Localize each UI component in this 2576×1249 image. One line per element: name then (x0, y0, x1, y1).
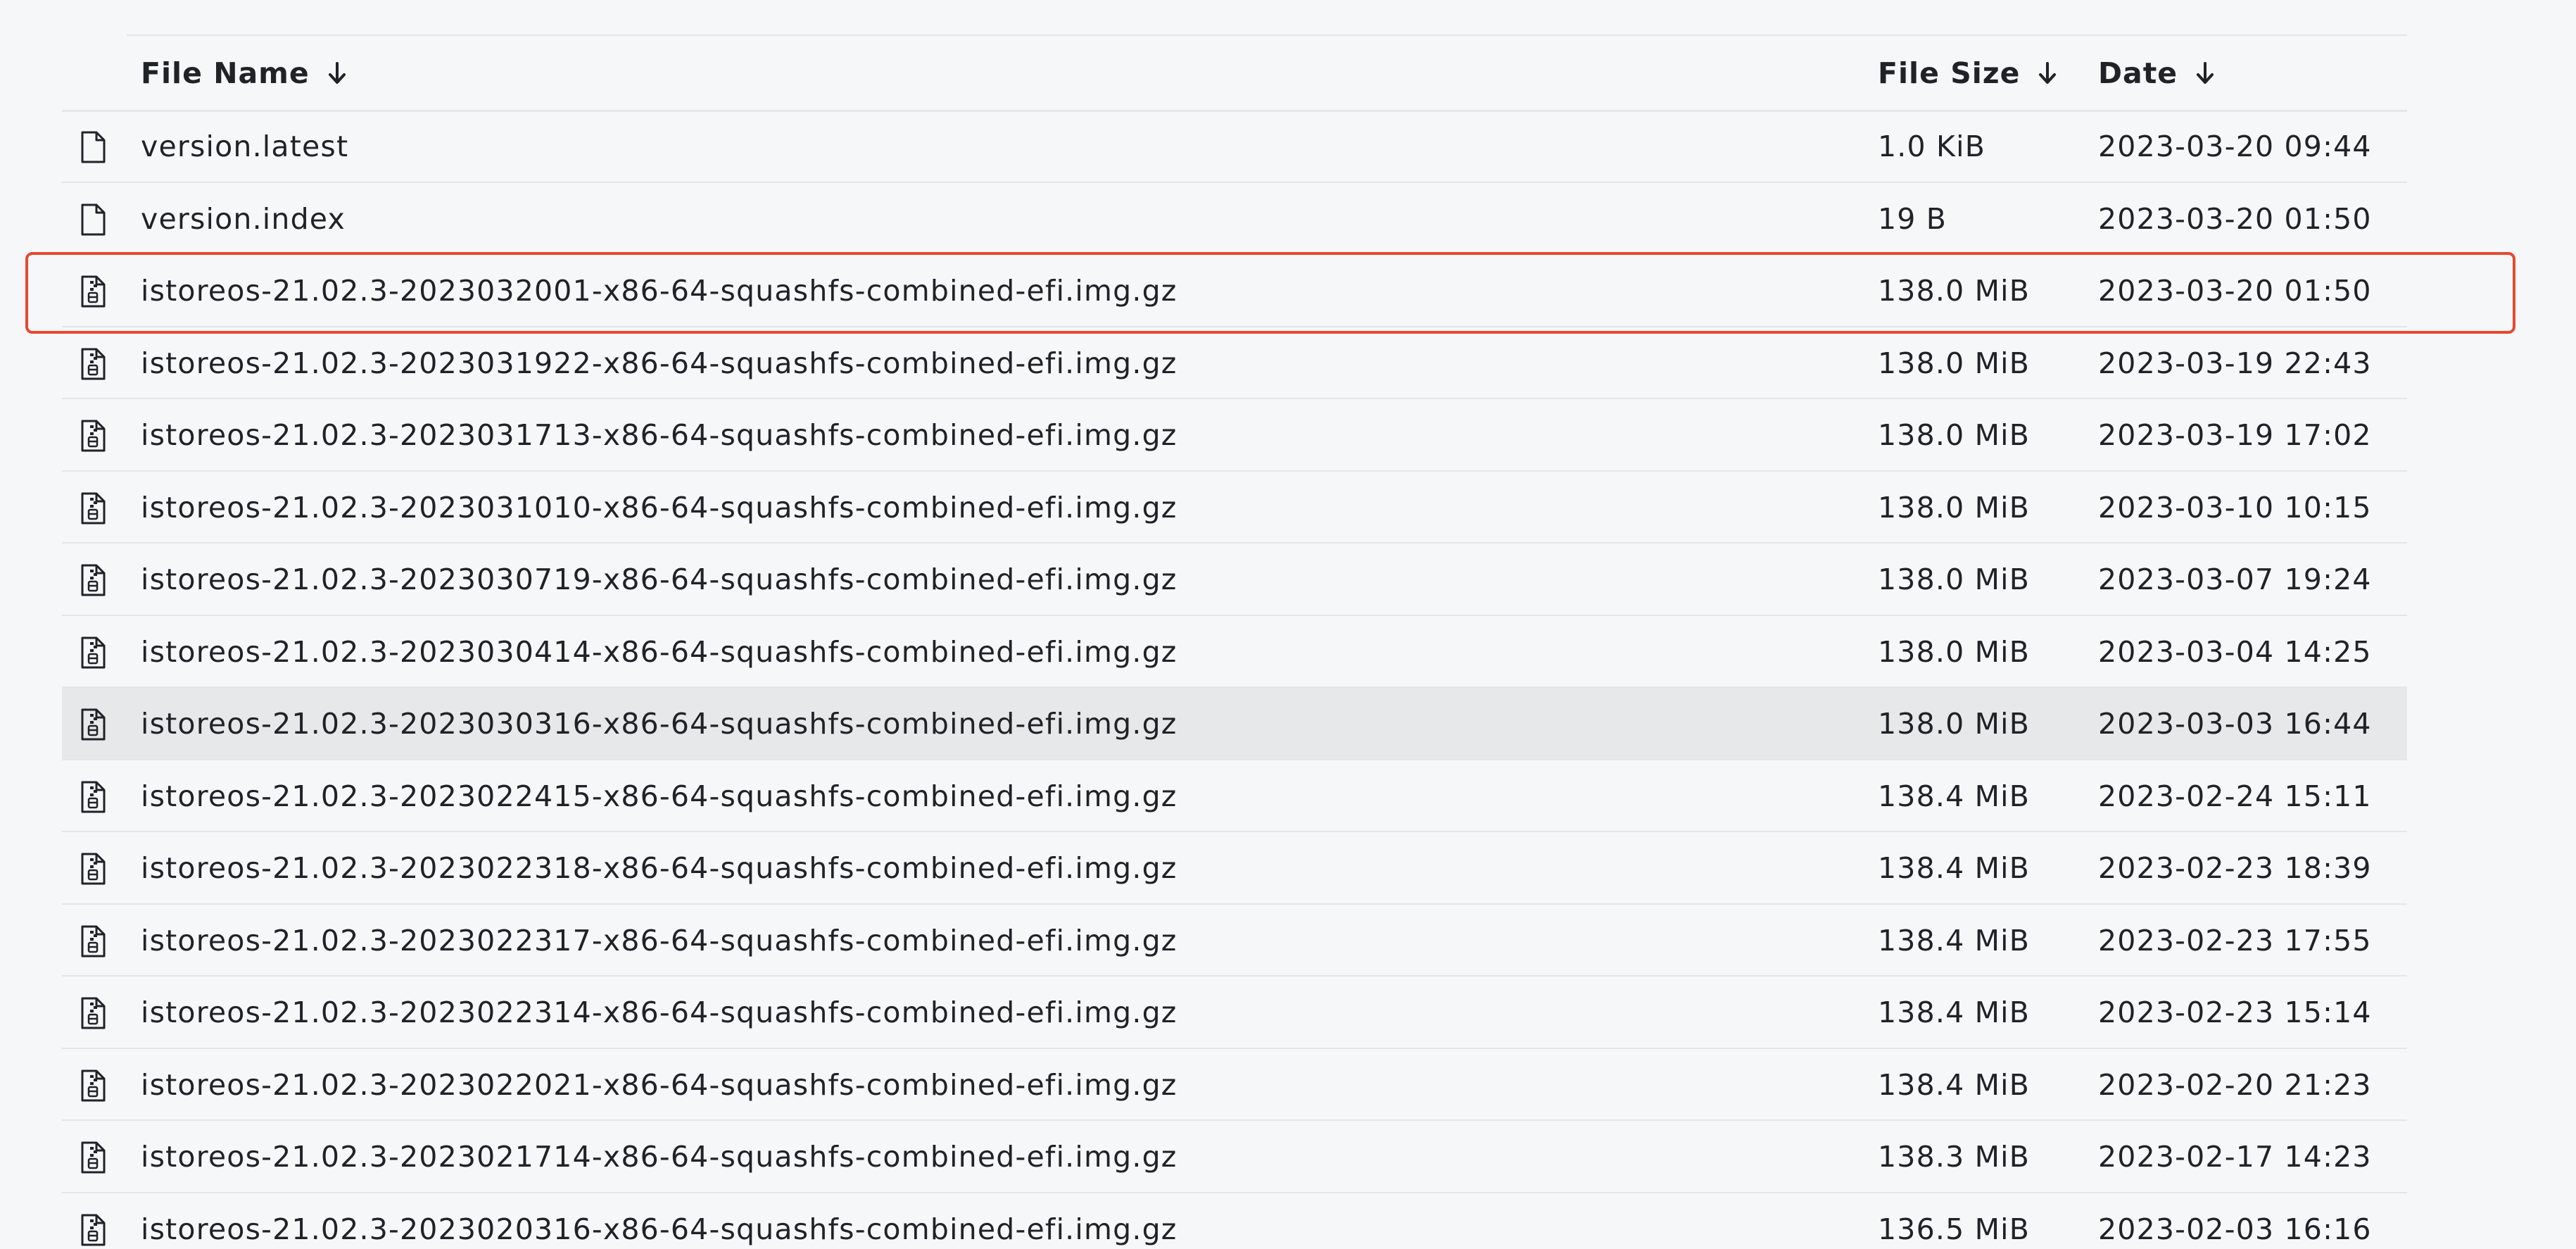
file-date: 2023-03-20 09:44 (2098, 130, 2372, 163)
table-row[interactable]: istoreos-21.02.3-2023021714-x86-64-squas… (62, 1121, 2407, 1193)
file-size: 138.3 MiB (1878, 1140, 2031, 1174)
file-size: 138.0 MiB (1878, 346, 2031, 380)
file-name-link[interactable]: istoreos-21.02.3-2023031010-x86-64-squas… (141, 472, 1177, 544)
column-header-file-name[interactable]: File Name (141, 36, 348, 110)
archive-file-icon (81, 564, 106, 596)
file-date: 2023-02-17 14:23 (2098, 1140, 2372, 1174)
table-row[interactable]: version.latest 1.0 KiB 2023-03-20 09:44 (62, 111, 2407, 183)
column-header-file-name-label: File Name (141, 56, 310, 90)
file-size: 138.4 MiB (1878, 1067, 2031, 1102)
table-row[interactable]: istoreos-21.02.3-2023031010-x86-64-squas… (62, 472, 2407, 544)
file-name-link[interactable]: istoreos-21.02.3-2023030316-x86-64-squas… (141, 688, 1177, 760)
archive-file-icon (81, 275, 106, 308)
file-size: 138.0 MiB (1878, 490, 2031, 525)
file-date: 2023-02-23 17:55 (2098, 923, 2372, 958)
file-icon (81, 131, 106, 163)
table-header: File Name File Size Date (62, 36, 2407, 112)
file-size: 138.0 MiB (1878, 707, 2031, 741)
file-name-link[interactable]: istoreos-21.02.3-2023022317-x86-64-squas… (141, 905, 1177, 977)
archive-file-icon (81, 997, 106, 1029)
column-header-file-size[interactable]: File Size (1878, 36, 2058, 110)
table-row[interactable]: istoreos-21.02.3-2023022415-x86-64-squas… (62, 760, 2407, 832)
file-name-link[interactable]: istoreos-21.02.3-2023022021-x86-64-squas… (141, 1049, 1177, 1121)
file-size: 138.0 MiB (1878, 634, 2031, 669)
file-date: 2023-03-04 14:25 (2098, 634, 2372, 669)
file-name-link[interactable]: istoreos-21.02.3-2023030719-x86-64-squas… (141, 544, 1177, 615)
file-date: 2023-03-03 16:44 (2098, 707, 2372, 741)
archive-file-icon (81, 925, 106, 957)
file-date: 2023-02-23 15:14 (2098, 996, 2372, 1029)
file-size: 138.4 MiB (1878, 779, 2031, 813)
table-row[interactable]: istoreos-21.02.3-2023020316-x86-64-squas… (62, 1193, 2407, 1249)
column-header-date-label: Date (2098, 56, 2178, 90)
archive-file-icon (81, 348, 106, 379)
file-date: 2023-03-10 10:15 (2098, 490, 2372, 525)
file-name-link[interactable]: istoreos-21.02.3-2023030414-x86-64-squas… (141, 616, 1177, 688)
column-header-date[interactable]: Date (2098, 36, 2216, 110)
table-row[interactable]: istoreos-21.02.3-2023022314-x86-64-squas… (62, 977, 2407, 1049)
file-date: 2023-03-07 19:24 (2098, 563, 2372, 596)
file-size: 138.4 MiB (1878, 996, 2031, 1029)
file-name-link[interactable]: istoreos-21.02.3-2023020316-x86-64-squas… (141, 1193, 1177, 1249)
file-icon (81, 203, 106, 235)
file-date: 2023-03-20 01:50 (2098, 274, 2372, 308)
table-row[interactable]: istoreos-21.02.3-2023022317-x86-64-squas… (62, 905, 2407, 977)
file-name-link[interactable]: istoreos-21.02.3-2023031713-x86-64-squas… (141, 399, 1177, 471)
table-row[interactable]: istoreos-21.02.3-2023031922-x86-64-squas… (62, 327, 2407, 399)
archive-file-icon (81, 853, 106, 885)
file-date: 2023-02-23 18:39 (2098, 851, 2372, 885)
file-name-link[interactable]: version.latest (141, 111, 348, 182)
table-row[interactable]: istoreos-21.02.3-2023032001-x86-64-squas… (62, 255, 2407, 327)
table-row[interactable]: version.index 19 B 2023-03-20 01:50 (62, 183, 2407, 255)
file-size: 138.0 MiB (1878, 418, 2031, 452)
file-date: 2023-02-03 16:16 (2098, 1212, 2372, 1246)
file-name-link[interactable]: istoreos-21.02.3-2023022318-x86-64-squas… (141, 832, 1177, 904)
file-size: 138.4 MiB (1878, 923, 2031, 958)
archive-file-icon (81, 1141, 106, 1174)
file-size: 1.0 KiB (1878, 130, 1986, 163)
file-date: 2023-03-19 22:43 (2098, 346, 2372, 380)
archive-file-icon (81, 708, 106, 741)
table-row[interactable]: istoreos-21.02.3-2023030414-x86-64-squas… (62, 616, 2407, 688)
archive-file-icon (81, 492, 106, 524)
arrow-down-icon[interactable] (2195, 59, 2216, 87)
file-list: version.latest 1.0 KiB 2023-03-20 09:44 … (62, 111, 2407, 1249)
file-name-link[interactable]: version.index (141, 183, 346, 255)
file-name-link[interactable]: istoreos-21.02.3-2023022314-x86-64-squas… (141, 977, 1177, 1048)
file-name-link[interactable]: istoreos-21.02.3-2023032001-x86-64-squas… (141, 255, 1177, 327)
archive-file-icon (81, 420, 106, 452)
file-date: 2023-02-24 15:11 (2098, 779, 2372, 813)
arrow-down-icon[interactable] (2037, 59, 2058, 87)
file-date: 2023-03-19 17:02 (2098, 418, 2372, 452)
file-name-link[interactable]: istoreos-21.02.3-2023021714-x86-64-squas… (141, 1121, 1177, 1193)
archive-file-icon (81, 1214, 106, 1245)
column-header-file-size-label: File Size (1878, 56, 2021, 90)
file-size: 138.4 MiB (1878, 851, 2031, 885)
file-size: 19 B (1878, 201, 1947, 236)
archive-file-icon (81, 636, 106, 668)
file-date: 2023-03-20 01:50 (2098, 201, 2372, 236)
table-row[interactable]: istoreos-21.02.3-2023031713-x86-64-squas… (62, 399, 2407, 472)
file-size: 138.0 MiB (1878, 274, 2031, 308)
file-size: 138.0 MiB (1878, 563, 2031, 596)
table-row[interactable]: istoreos-21.02.3-2023022318-x86-64-squas… (62, 832, 2407, 905)
file-name-link[interactable]: istoreos-21.02.3-2023022415-x86-64-squas… (141, 760, 1177, 832)
table-row[interactable]: istoreos-21.02.3-2023030719-x86-64-squas… (62, 544, 2407, 616)
arrow-down-icon[interactable] (327, 59, 348, 87)
file-date: 2023-02-20 21:23 (2098, 1067, 2372, 1102)
table-row[interactable]: istoreos-21.02.3-2023022021-x86-64-squas… (62, 1049, 2407, 1121)
table-row[interactable]: istoreos-21.02.3-2023030316-x86-64-squas… (62, 688, 2407, 760)
file-name-link[interactable]: istoreos-21.02.3-2023031922-x86-64-squas… (141, 327, 1177, 399)
archive-file-icon (81, 1069, 106, 1101)
archive-file-icon (81, 781, 106, 812)
file-listing-page: File Name File Size Date version.latest … (0, 0, 2576, 1249)
file-size: 136.5 MiB (1878, 1212, 2031, 1246)
